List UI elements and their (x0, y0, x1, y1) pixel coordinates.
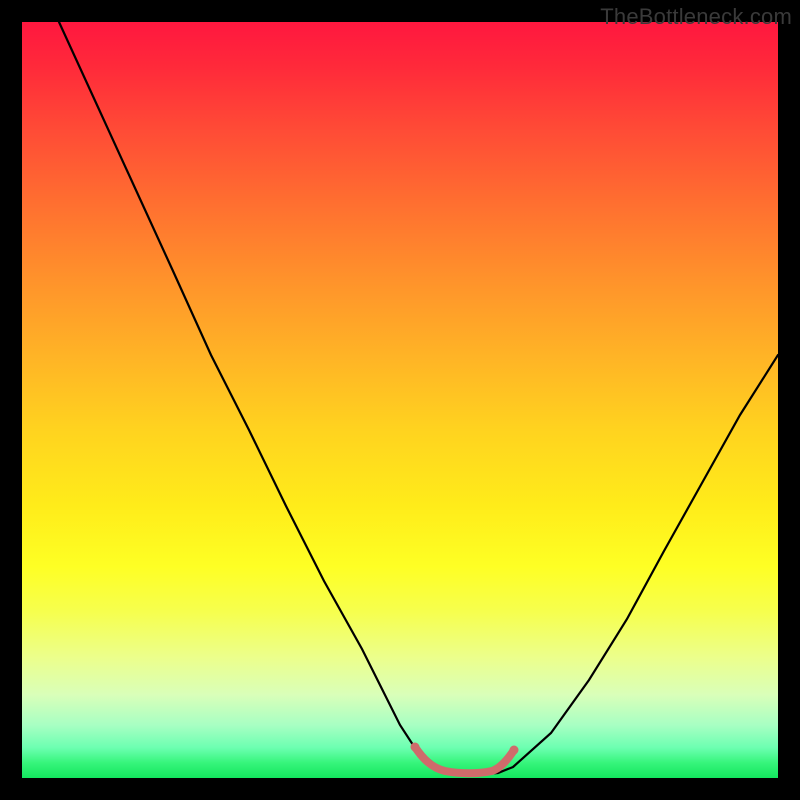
flat-highlight (415, 747, 514, 773)
chart-frame: TheBottleneck.com (0, 0, 800, 800)
plot-area (22, 22, 778, 778)
main-curve (59, 22, 778, 774)
curve-layer (22, 22, 778, 778)
watermark-text: TheBottleneck.com (600, 4, 792, 30)
highlight-endpoint-left (411, 743, 420, 752)
highlight-endpoint-right (510, 746, 519, 755)
